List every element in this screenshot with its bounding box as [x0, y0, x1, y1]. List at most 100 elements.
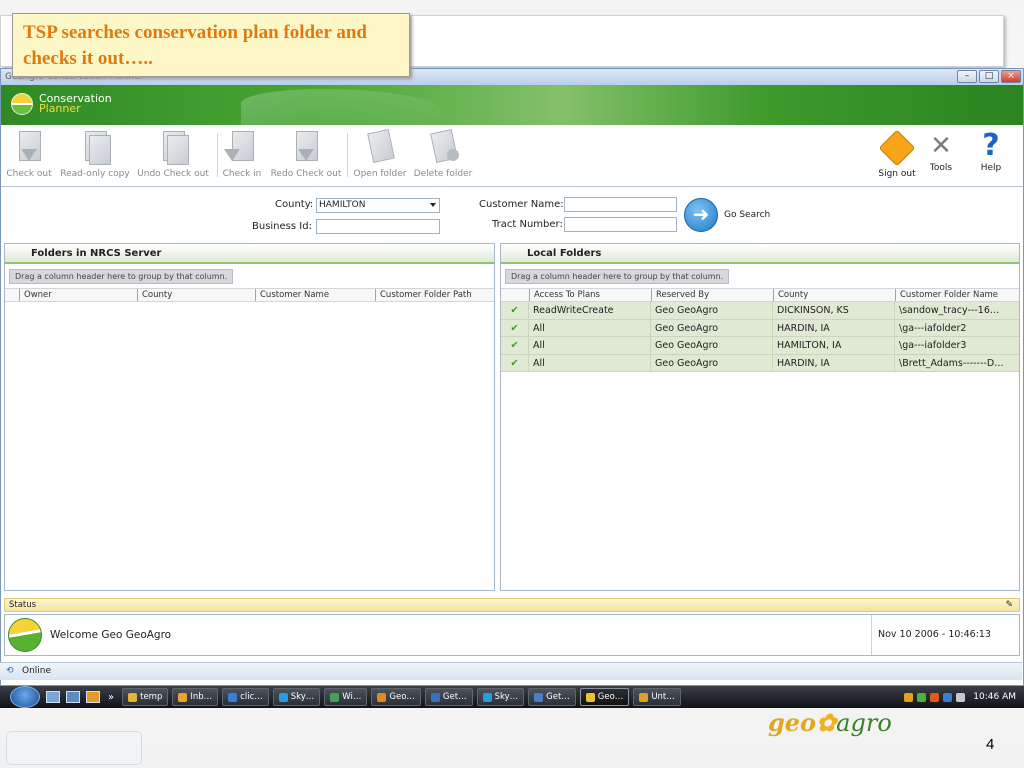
column-access-to-plans[interactable]: Access To Plans [529, 289, 651, 301]
column-county[interactable]: County [137, 289, 255, 301]
taskbar-items: temp Inb… clic… Sky… Wi… Geo… Get… Sky… Get… Geo…… [118, 688, 681, 706]
undo-check-out-label: Undo Check out [137, 169, 209, 179]
help-button[interactable]: ? Help [971, 129, 1011, 174]
tray-volume-icon[interactable] [956, 692, 966, 702]
toolbar-separator [217, 133, 218, 177]
delete-folder-button[interactable]: Delete folder [413, 129, 473, 179]
read-only-copy-button[interactable]: Read-only copy [59, 129, 131, 179]
taskbar-item[interactable]: Get… [424, 688, 473, 706]
cell-folder-name: \ga---iafolder3 [894, 337, 1016, 354]
check-icon: ✔ [510, 357, 519, 369]
table-row[interactable]: ✔ All Geo GeoAgro HAMILTON, IA \ga---iaf… [501, 337, 1019, 355]
cell-access: All [528, 319, 650, 336]
taskbar-item[interactable]: Unt… [633, 688, 681, 706]
cell-folder-name: \Brett_Adams-------D… [894, 354, 1016, 371]
taskbar-item-icon [128, 692, 138, 702]
group-by-area[interactable]: Drag a column header here to group by th… [9, 268, 490, 285]
tools-button[interactable]: ✕ Tools [921, 129, 961, 173]
status-timestamp: Nov 10 2006 - 10:46:13 [871, 615, 1019, 655]
go-search-label[interactable]: Go Search [724, 210, 770, 220]
taskbar-item-label: Unt… [651, 692, 675, 702]
tray-app-icon[interactable] [917, 692, 927, 702]
logo-text: Conservation Planner [39, 93, 112, 114]
taskbar-item-label: temp [140, 692, 163, 702]
taskbar-item[interactable]: Geo… [579, 688, 630, 706]
taskbar-item-icon [377, 692, 387, 702]
panel-title: Local Folders [501, 244, 1019, 264]
group-by-hint: Drag a column header here to group by th… [9, 269, 234, 284]
taskbar-item-label: Sky… [494, 692, 519, 702]
brand-geo: geo [768, 708, 817, 737]
taskbar-item[interactable]: Sky… [476, 688, 525, 706]
online-label: Online [22, 666, 52, 676]
quick-launch-explorer-icon[interactable] [66, 691, 80, 703]
tray-app-icon[interactable] [904, 692, 914, 702]
toolbar-separator [347, 133, 348, 177]
tract-number-input[interactable] [564, 217, 677, 232]
taskbar: » temp Inb… clic… Sky… Wi… Geo… Get… Sky… Get… Ge… [0, 686, 1024, 708]
column-customer-folder-name[interactable]: Customer Folder Name [895, 289, 1019, 301]
status-header-label: Status [9, 600, 37, 610]
group-by-area[interactable]: Drag a column header here to group by th… [505, 268, 1015, 285]
taskbar-item[interactable]: Geo… [371, 688, 421, 706]
check-in-button[interactable]: Check in [221, 129, 263, 179]
sign-out-button[interactable]: Sign out [875, 129, 919, 179]
taskbar-item-label: Wi… [342, 692, 362, 702]
taskbar-item[interactable]: Wi… [324, 688, 368, 706]
county-select[interactable]: HAMILTON [316, 198, 440, 213]
window-controls: – □ × [957, 70, 1021, 83]
column-reserved-by[interactable]: Reserved By [651, 289, 773, 301]
quick-launch-app-icon[interactable] [86, 691, 100, 703]
column-customer-name[interactable]: Customer Name [255, 289, 375, 301]
read-only-copy-label: Read-only copy [60, 169, 130, 179]
column-customer-folder-path[interactable]: Customer Folder Path [375, 289, 493, 301]
check-out-icon [13, 129, 45, 165]
open-folder-button[interactable]: Open folder [351, 129, 409, 179]
tray-network-icon[interactable] [943, 692, 953, 702]
taskbar-item[interactable]: clic… [222, 688, 269, 706]
cell-county: HARDIN, IA [772, 354, 894, 371]
undo-check-out-icon [157, 129, 189, 165]
open-folder-icon [364, 129, 396, 165]
customer-name-input[interactable] [564, 197, 677, 212]
maximize-button[interactable]: □ [979, 70, 999, 83]
quick-launch-overflow[interactable]: » [108, 692, 114, 703]
chevron-down-icon [430, 203, 436, 207]
app-banner: Conservation Planner [1, 85, 1023, 125]
pin-icon[interactable]: ✎ [1005, 599, 1013, 611]
column-headers: Access To Plans Reserved By County Custo… [501, 288, 1019, 302]
table-row[interactable]: ✔ All Geo GeoAgro HARDIN, IA \Brett_Adam… [501, 354, 1019, 372]
taskbar-item[interactable]: Get… [528, 688, 576, 706]
quick-launch-desktop-icon[interactable] [46, 691, 60, 703]
redo-check-out-label: Redo Check out [270, 169, 342, 179]
table-row[interactable]: ✔ ReadWriteCreate Geo GeoAgro DICKINSON,… [501, 302, 1019, 320]
taskbar-item-label: Sky… [290, 692, 315, 702]
redo-check-out-button[interactable]: Redo Check out [269, 129, 343, 179]
column-county[interactable]: County [773, 289, 895, 301]
start-button[interactable] [10, 686, 40, 708]
cell-access: ReadWriteCreate [528, 302, 650, 319]
go-search-icon[interactable]: ➜ [684, 198, 718, 232]
taskbar-item[interactable]: Inb… [172, 688, 219, 706]
column-owner[interactable]: Owner [19, 289, 137, 301]
close-button[interactable]: × [1001, 70, 1021, 83]
taskbar-item[interactable]: temp [122, 688, 169, 706]
open-folder-label: Open folder [353, 169, 407, 179]
taskbar-item-label: Geo… [389, 692, 415, 702]
app-logo: Conservation Planner [11, 93, 112, 115]
business-id-input[interactable] [316, 219, 440, 234]
table-row[interactable]: ✔ All Geo GeoAgro HARDIN, IA \ga---iafol… [501, 319, 1019, 337]
status-header: Status ✎ [4, 598, 1020, 612]
taskbar-item[interactable]: Sky… [272, 688, 321, 706]
taskbar-item-label: Get… [442, 692, 467, 702]
redo-check-out-icon [290, 129, 322, 165]
tray-app-icon[interactable] [930, 692, 940, 702]
check-out-button[interactable]: Check out [5, 129, 53, 179]
online-icon: ⟲ [6, 666, 14, 676]
taskbar-item-icon [178, 692, 188, 702]
taskbar-item-label: Inb… [190, 692, 213, 702]
undo-check-out-button[interactable]: Undo Check out [137, 129, 209, 179]
clock[interactable]: 10:46 AM [973, 692, 1016, 702]
check-icon: ✔ [510, 322, 519, 334]
minimize-button[interactable]: – [957, 70, 977, 83]
